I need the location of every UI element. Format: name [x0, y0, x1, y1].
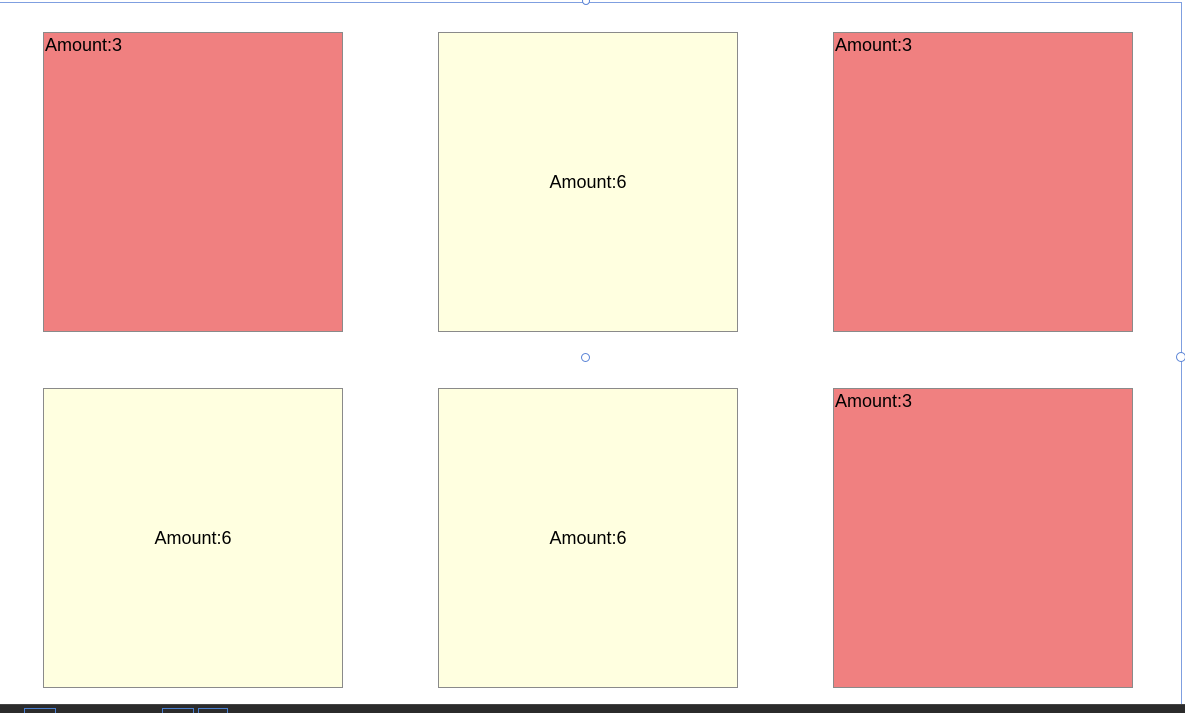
tile-1[interactable]: Amount:3: [43, 32, 343, 332]
resize-handle-top-icon[interactable]: [582, 0, 590, 5]
designer-canvas: Amount:3 Amount:6 Amount:3 Amount:6 Amou…: [0, 0, 1185, 713]
selection-guide-top: [0, 2, 1181, 3]
tile-amount-label: Amount:6: [154, 527, 232, 548]
tile-6[interactable]: Amount:3: [833, 388, 1133, 688]
tile-2[interactable]: Amount:6: [438, 32, 738, 332]
tile-4[interactable]: Amount:6: [43, 388, 343, 688]
tile-grid: Amount:3 Amount:6 Amount:3 Amount:6 Amou…: [43, 32, 1133, 688]
tile-amount-label: Amount:3: [45, 35, 123, 55]
tile-amount-label: Amount:3: [835, 391, 913, 411]
taskbar-app-icon[interactable]: [198, 708, 228, 713]
tile-amount-label: Amount:3: [835, 35, 913, 55]
tile-5[interactable]: Amount:6: [438, 388, 738, 688]
tile-amount-label: Amount:6: [549, 527, 627, 548]
taskbar: [0, 704, 1185, 713]
tile-3[interactable]: Amount:3: [833, 32, 1133, 332]
taskbar-app-icon[interactable]: [162, 708, 194, 713]
tile-amount-label: Amount:6: [549, 171, 627, 192]
resize-handle-right-icon[interactable]: [1176, 352, 1185, 362]
taskbar-app-icon[interactable]: [24, 708, 56, 713]
